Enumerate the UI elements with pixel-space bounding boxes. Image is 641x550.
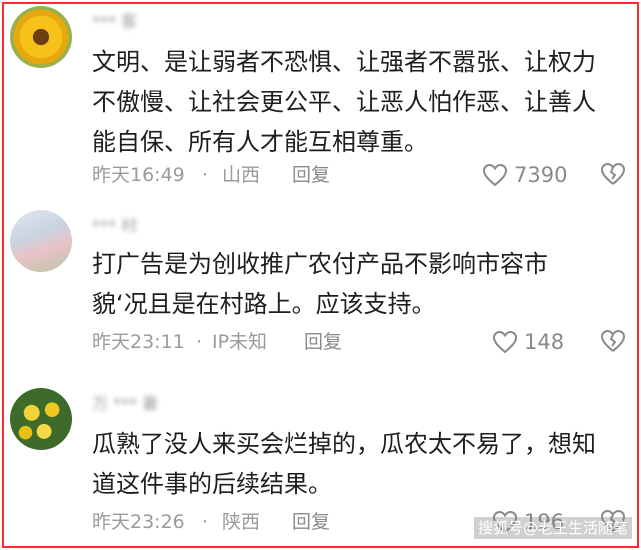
username[interactable]: *** 村 [92, 212, 162, 235]
watermark: 搜狐号@老王生活随笔 [474, 517, 633, 539]
broken-heart-icon[interactable] [600, 162, 626, 186]
like-count: 148 [524, 330, 565, 354]
meta-separator: · [202, 164, 209, 186]
comment-text: 瓜熟了没人来买会烂掉的，瓜农太不易了，想知 道这件事的后续结果。 [92, 424, 632, 504]
comment-text: 打广告是为创收推广农付产品不影响市容市 貌‘况且是在村路上。应该支持。 [92, 244, 632, 324]
reply-button[interactable]: 回复 [304, 327, 342, 357]
comment-location: 陕西 [222, 511, 261, 533]
comment-location: 山西 [222, 164, 261, 186]
comment-line: 能自保、所有人才能互相尊重。 [92, 128, 428, 156]
comment-meta: 昨天23:11 · IP未知 回复 148 [92, 327, 632, 357]
meta-separator: · [196, 331, 203, 353]
reply-button[interactable]: 回复 [292, 160, 330, 190]
like-button[interactable]: 148 [492, 329, 564, 355]
comment-time: 昨天16:49 [92, 164, 185, 186]
comment-line: 貌‘况且是在村路上。应该支持。 [92, 290, 436, 318]
comment-line: 打广告是为创收推广农付产品不影响市容市 [92, 250, 548, 278]
comment-text: 文明、是让弱者不恐惧、让强者不嚣张、让权力 不傲慢、让社会更公平、让恶人怕作恶、… [92, 42, 632, 162]
avatar[interactable] [10, 210, 72, 272]
comment-time: 昨天23:26 [92, 511, 185, 533]
broken-heart-icon[interactable] [600, 329, 626, 353]
comment-line: 文明、是让弱者不恐惧、让强者不嚣张、让权力 [92, 48, 596, 76]
avatar[interactable] [10, 388, 72, 450]
comment-meta: 昨天16:49 · 山西 回复 7390 [92, 160, 632, 190]
avatar[interactable] [10, 6, 72, 68]
username[interactable]: *** 客 [92, 8, 162, 31]
like-button[interactable]: 7390 [482, 162, 567, 188]
comment-line: 不傲慢、让社会更公平、让恶人怕作恶、让善人 [92, 88, 596, 116]
comment-list: *** 客 文明、是让弱者不恐惧、让强者不嚣张、让权力 不傲慢、让社会更公平、让… [2, 2, 639, 548]
comment-time: 昨天23:11 [92, 331, 185, 353]
comment-line: 瓜熟了没人来买会烂掉的，瓜农太不易了，想知 [92, 430, 596, 458]
username[interactable]: 万 *** 暑 [92, 390, 162, 413]
heart-outline-icon [492, 330, 518, 354]
meta-separator: · [202, 511, 209, 533]
comment-location: IP未知 [212, 331, 268, 353]
like-count: 7390 [514, 163, 568, 187]
heart-outline-icon [482, 163, 508, 187]
comment-line: 道这件事的后续结果。 [92, 470, 332, 498]
reply-button[interactable]: 回复 [292, 507, 330, 537]
